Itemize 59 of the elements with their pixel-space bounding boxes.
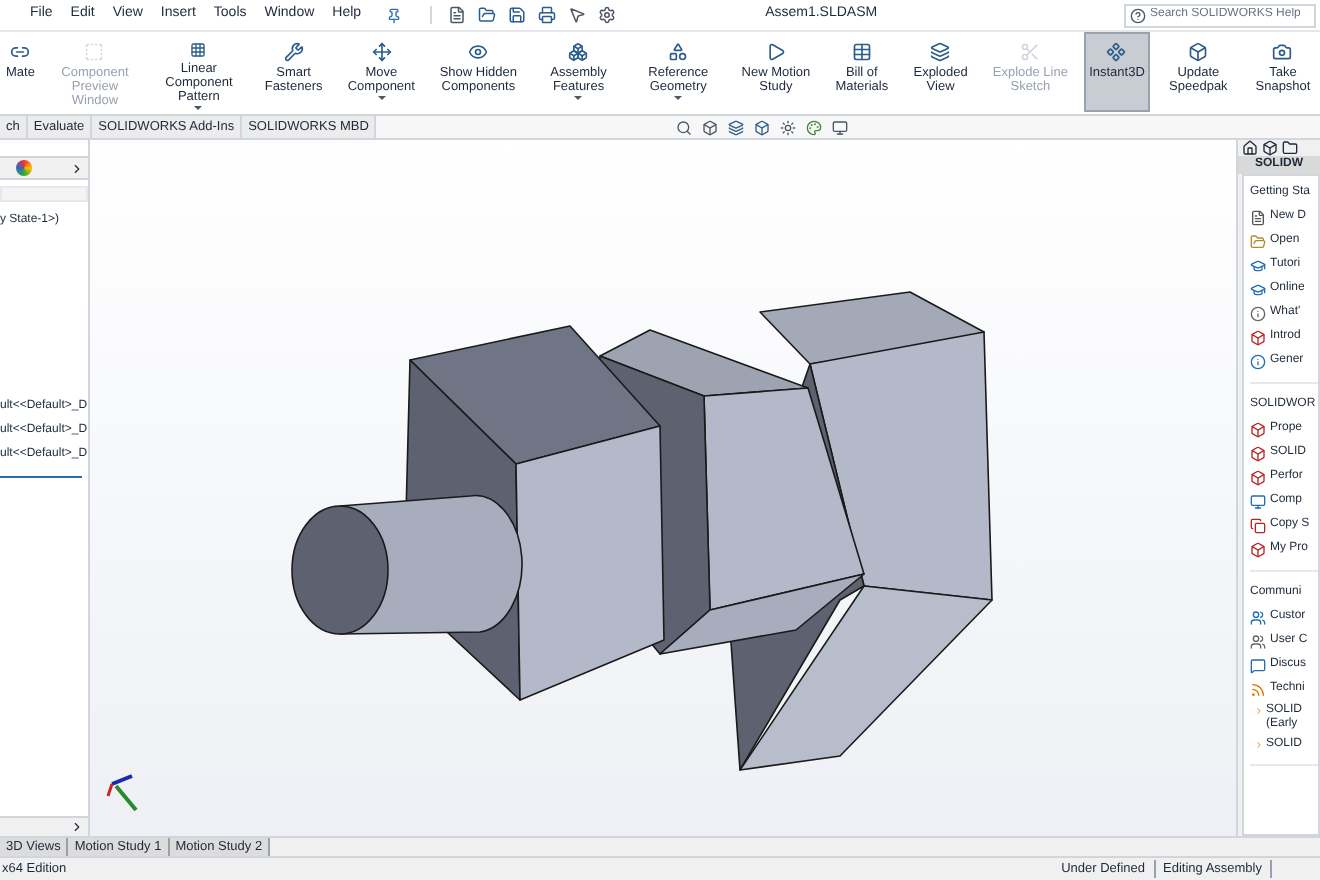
shapes-icon	[668, 42, 689, 62]
info-icon	[1250, 305, 1266, 321]
cube-icon	[1250, 421, 1266, 437]
filter-field[interactable]	[0, 186, 88, 202]
zoom-icon[interactable]	[676, 119, 693, 135]
dashed-square-icon	[84, 42, 105, 62]
caret-icon	[194, 106, 203, 110]
rss-icon	[1250, 681, 1266, 697]
cube-icon	[1250, 541, 1266, 557]
cube-icon	[1188, 42, 1209, 62]
wrench-icon	[283, 42, 304, 62]
pointer-icon[interactable]	[567, 6, 586, 24]
caret-icon	[377, 96, 386, 100]
scissors-icon	[1020, 42, 1041, 62]
settings-icon[interactable]	[597, 6, 616, 24]
layers-icon	[930, 42, 951, 62]
home-icon[interactable]	[1242, 140, 1258, 155]
cube-icon	[1250, 469, 1266, 485]
graduation-cap-icon	[1250, 257, 1266, 273]
new-document-icon[interactable]	[447, 6, 466, 24]
monitor-icon[interactable]	[832, 119, 849, 135]
graduation-cap-icon	[1250, 281, 1266, 297]
appearance-icon[interactable]	[16, 160, 32, 176]
copy-icon	[1250, 517, 1266, 533]
monitor-icon	[1250, 493, 1266, 509]
camera-icon	[1272, 42, 1293, 62]
cube-icon[interactable]	[702, 119, 719, 135]
axis-triad-drawing	[106, 774, 138, 812]
folder-icon	[1250, 233, 1266, 249]
cube-icon	[1250, 329, 1266, 345]
help-icon	[1130, 7, 1146, 23]
table-icon	[851, 42, 872, 62]
info-icon	[1250, 353, 1266, 369]
chevron-right-icon	[1254, 740, 1264, 750]
chevron-right-icon[interactable]	[70, 161, 84, 175]
palette-icon[interactable]	[806, 119, 823, 135]
caret-icon	[574, 96, 583, 100]
save-icon[interactable]	[507, 6, 526, 24]
open-folder-icon[interactable]	[477, 6, 496, 24]
light-icon[interactable]	[780, 119, 797, 135]
grid-icon	[188, 42, 209, 58]
print-icon[interactable]	[537, 6, 556, 24]
pin-icon[interactable]	[385, 7, 402, 23]
play-icon	[765, 42, 786, 62]
cube-icon	[1250, 445, 1266, 461]
folder-icon[interactable]	[1282, 140, 1298, 155]
document-icon	[1250, 209, 1266, 225]
cube-icon[interactable]	[754, 119, 771, 135]
caret-icon	[674, 96, 683, 100]
chain-link-icon	[10, 42, 31, 62]
chat-icon	[1250, 657, 1266, 673]
scroll-right-icon[interactable]	[70, 820, 84, 834]
chevron-right-icon	[1254, 706, 1264, 716]
eye-icon	[468, 42, 489, 62]
move-arrows-icon	[371, 42, 392, 62]
cube-icon[interactable]	[1262, 140, 1278, 155]
layers-icon[interactable]	[728, 119, 745, 135]
stacked-boxes-icon	[568, 42, 589, 62]
people-icon	[1250, 609, 1266, 625]
